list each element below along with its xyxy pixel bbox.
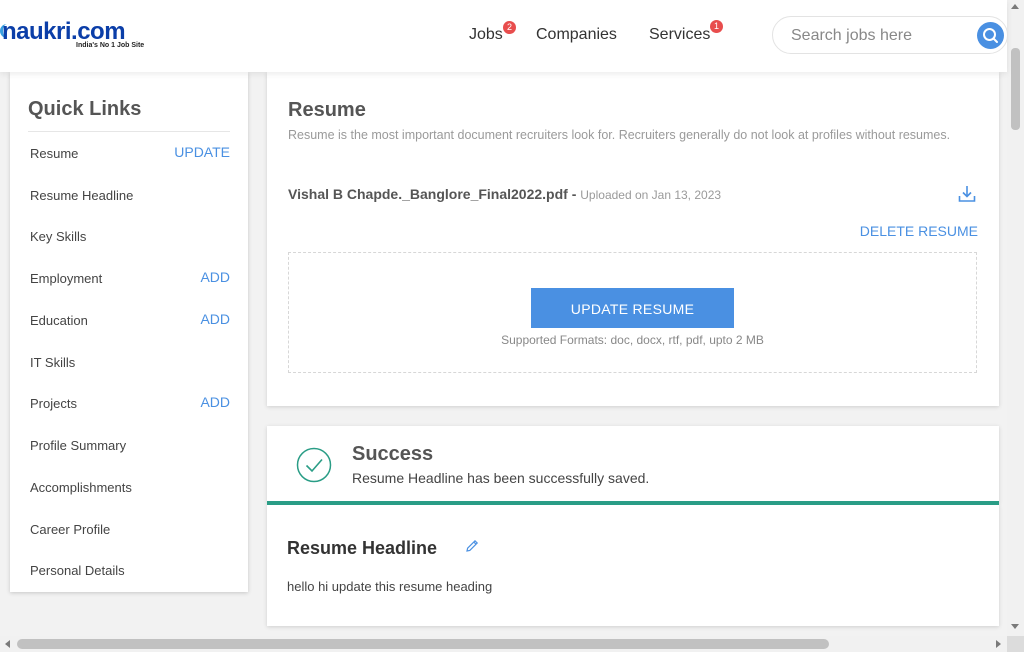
resume-update-link[interactable]: UPDATE <box>174 144 230 160</box>
vertical-scrollbar[interactable] <box>1007 0 1024 636</box>
search-input[interactable] <box>789 25 963 47</box>
quick-link-label: Career Profile <box>30 522 111 537</box>
vertical-scroll-thumb[interactable] <box>1011 48 1020 130</box>
quick-link-projects[interactable]: Projects ADD <box>30 394 230 416</box>
search-bar <box>772 16 1008 54</box>
search-button[interactable] <box>977 22 1004 49</box>
scroll-left-arrow-icon[interactable] <box>5 640 10 648</box>
resume-upload-area: UPDATE RESUME Supported Formats: doc, do… <box>288 252 977 373</box>
quick-link-accomplishments[interactable]: Accomplishments <box>30 480 230 500</box>
resume-file-info: Vishal B Chapde._Banglore_Final2022.pdf … <box>288 186 721 202</box>
resume-upload-date: Uploaded on Jan 13, 2023 <box>580 188 722 202</box>
download-icon[interactable] <box>957 184 977 204</box>
naukri-logo[interactable]: naukri.com India's No 1 Job Site <box>0 14 162 54</box>
search-icon <box>983 28 998 43</box>
quick-link-it-skills[interactable]: IT Skills <box>30 355 230 375</box>
update-resume-button[interactable]: UPDATE RESUME <box>531 288 734 328</box>
edit-pencil-icon[interactable] <box>464 538 480 554</box>
education-add-link[interactable]: ADD <box>200 311 230 327</box>
scroll-right-arrow-icon[interactable] <box>996 640 1001 648</box>
quick-link-label: Personal Details <box>30 563 125 578</box>
nav-companies-label: Companies <box>536 26 617 43</box>
quick-link-personal-details[interactable]: Personal Details <box>30 563 230 583</box>
scrollbar-corner <box>1007 636 1024 652</box>
employment-add-link[interactable]: ADD <box>200 269 230 285</box>
success-title: Success <box>352 443 434 465</box>
quick-link-career-profile[interactable]: Career Profile <box>30 522 230 542</box>
quick-link-label: Profile Summary <box>30 438 127 453</box>
nav-services-label: Services <box>649 26 711 43</box>
resume-headline-section: Resume Headline hello hi update this res… <box>267 505 999 626</box>
quick-link-label: Employment <box>30 271 103 286</box>
scroll-down-arrow-icon[interactable] <box>1011 624 1019 629</box>
resume-headline-title: Resume Headline <box>287 538 438 558</box>
top-header: naukri.com India's No 1 Job Site Jobs 2 … <box>0 0 1008 72</box>
horizontal-scrollbar[interactable] <box>0 636 1007 652</box>
resume-file-name[interactable]: Vishal B Chapde._Banglore_Final2022.pdf … <box>288 186 576 202</box>
resume-description: Resume is the most important document re… <box>288 128 951 142</box>
quick-links-panel: Quick Links Resume UPDATE Resume Headlin… <box>10 72 248 592</box>
quick-link-education[interactable]: Education ADD <box>30 311 230 333</box>
resume-headline-text: hello hi update this resume heading <box>287 579 493 594</box>
quick-link-label: Education <box>30 313 88 328</box>
quick-link-resume[interactable]: Resume UPDATE <box>30 144 230 166</box>
resume-section-title: Resume <box>288 99 366 121</box>
projects-add-link[interactable]: ADD <box>200 394 230 410</box>
divider <box>28 131 230 132</box>
nav-jobs-label: Jobs <box>469 26 503 43</box>
services-badge: 1 <box>710 20 723 33</box>
resume-section: Resume Resume is the most important docu… <box>267 72 999 406</box>
quick-link-label: Accomplishments <box>30 480 132 495</box>
quick-link-label: Key Skills <box>30 229 87 244</box>
quick-link-key-skills[interactable]: Key Skills <box>30 229 230 249</box>
quick-link-resume-headline[interactable]: Resume Headline <box>30 188 230 208</box>
success-message: Resume Headline has been successfully sa… <box>352 470 650 486</box>
quick-link-label: Resume Headline <box>30 188 134 203</box>
quick-links-title: Quick Links <box>28 98 142 120</box>
quick-link-employment[interactable]: Employment ADD <box>30 269 230 291</box>
quick-link-label: IT Skills <box>30 355 76 370</box>
delete-resume-link[interactable]: DELETE RESUME <box>860 223 978 239</box>
success-accent-bar <box>267 501 999 505</box>
nav-jobs[interactable]: Jobs <box>469 26 503 44</box>
supported-formats: Supported Formats: doc, docx, rtf, pdf, … <box>501 333 764 347</box>
nav-companies[interactable]: Companies <box>536 26 617 44</box>
jobs-badge: 2 <box>503 21 516 34</box>
quick-link-profile-summary[interactable]: Profile Summary <box>30 438 230 458</box>
quick-link-label: Resume <box>30 146 79 161</box>
logo-tagline: India's No 1 Job Site <box>76 42 145 49</box>
nav-services[interactable]: Services <box>649 26 710 44</box>
quick-link-label: Projects <box>30 396 77 411</box>
success-toast: Success Resume Headline has been success… <box>267 426 999 504</box>
horizontal-scroll-thumb[interactable] <box>17 639 829 649</box>
scroll-up-arrow-icon[interactable] <box>1011 4 1019 9</box>
check-circle-icon <box>296 447 332 483</box>
